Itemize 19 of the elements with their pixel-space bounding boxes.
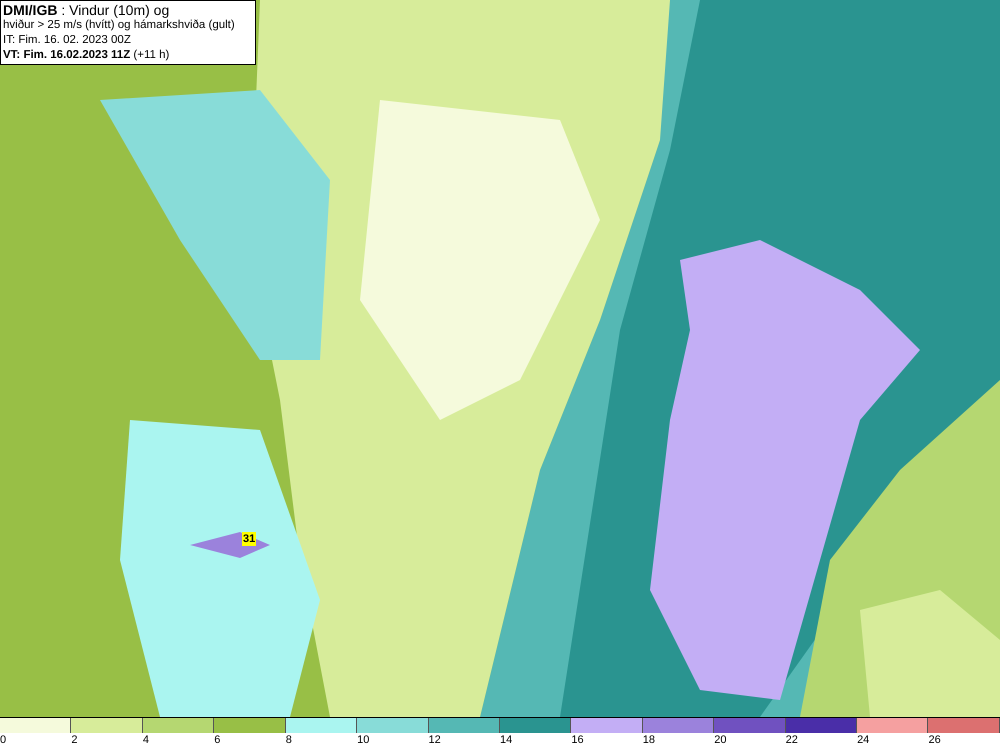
legend-label: 0 bbox=[0, 733, 6, 747]
title-line: hviður > 25 m/s (hvítt) og hámarkshviða (gult) bbox=[3, 18, 236, 33]
legend-label: 12 bbox=[428, 733, 441, 747]
legend-label: 18 bbox=[642, 733, 656, 747]
legend-label: 8 bbox=[286, 733, 292, 747]
legend-label: 22 bbox=[786, 733, 798, 747]
legend-label: 26 bbox=[928, 733, 941, 747]
legend-label: 2 bbox=[71, 733, 78, 747]
legend-label: 14 bbox=[500, 733, 512, 747]
legend-label: 20 bbox=[714, 733, 726, 747]
legend-label: 16 bbox=[571, 733, 584, 747]
legend-label: 4 bbox=[142, 733, 149, 747]
title-line: IT: Fim. 16. 02. 2023 00Z bbox=[3, 33, 132, 48]
legend-label: 6 bbox=[214, 733, 220, 747]
max-gust-label: 31 bbox=[242, 532, 256, 546]
legend-label: 10 bbox=[357, 733, 370, 747]
title-line: VT: Fim. 16.02.2023 11Z (+11 h) bbox=[3, 48, 170, 63]
legend-label: 24 bbox=[857, 733, 870, 747]
title-line: DMI/IGB : Vindur (10m) og bbox=[3, 2, 170, 18]
